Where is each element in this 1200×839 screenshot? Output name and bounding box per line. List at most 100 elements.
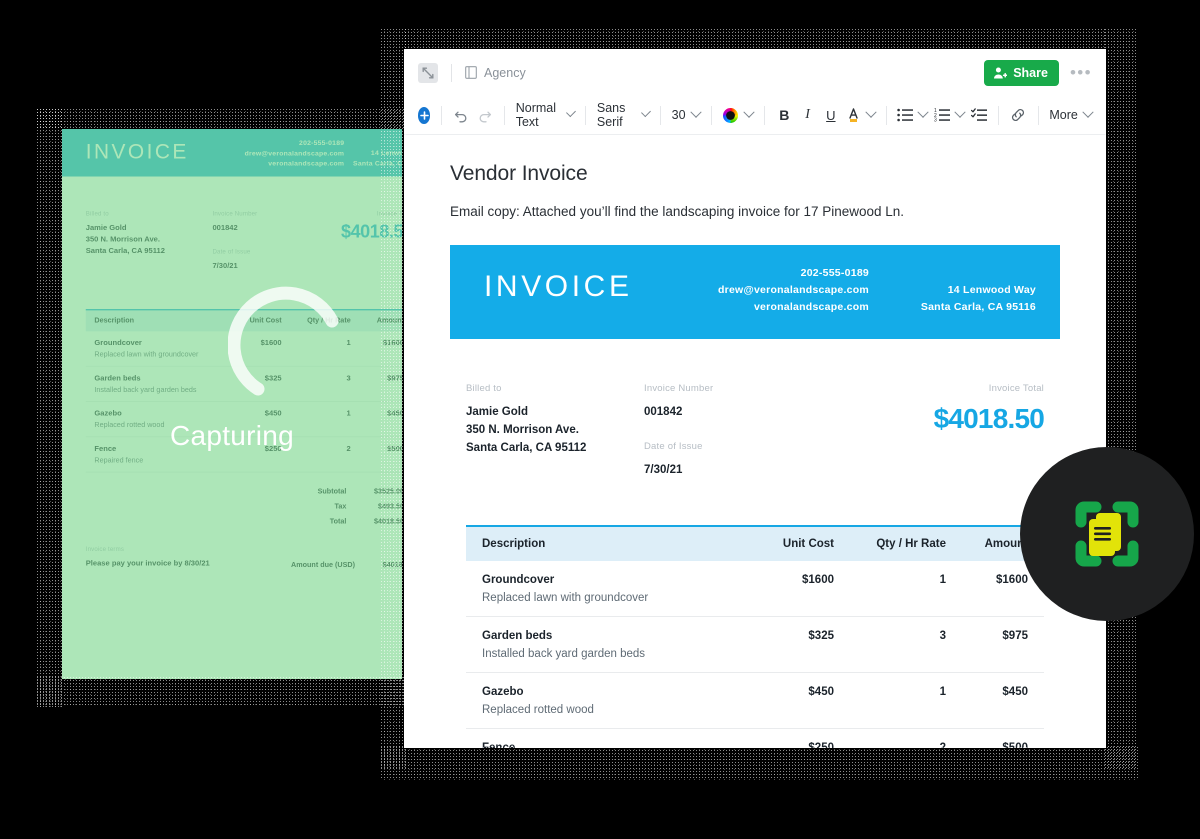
text-highlight-icon — [849, 108, 858, 122]
captured-terms: Please pay your invoice by 8/30/21 — [85, 558, 210, 568]
captured-item-unit: $450 — [264, 409, 282, 418]
font-family-dropdown[interactable]: Sans Serif — [596, 101, 651, 129]
link-button[interactable] — [1010, 104, 1027, 127]
captured-billed-to-city: Santa Carla, CA 95112 — [85, 246, 165, 255]
captured-item-unit: $325 — [264, 373, 282, 383]
numbered-list-dropdown[interactable]: 1 2 3 — [934, 106, 966, 122]
panel-edge-noise-bottom — [36, 676, 406, 706]
invoice-email: drew@veronalandscape.com — [717, 284, 869, 296]
captured-invoice-logo: INVOICE — [85, 140, 189, 164]
font-family-value: Sans Serif — [596, 101, 626, 129]
item-unit-cost: $1600 — [802, 574, 834, 586]
document-scanner-icon — [1075, 501, 1139, 567]
document-chip[interactable]: Agency — [465, 66, 526, 80]
chevron-down-icon — [865, 106, 877, 118]
captured-item-amount: $450 — [387, 409, 402, 418]
captured-tax-label: Tax — [334, 502, 347, 511]
billed-to-label: Billed to — [466, 383, 502, 394]
captured-billed-to-label: Billed to — [85, 209, 109, 217]
bulleted-list-dropdown[interactable] — [897, 106, 930, 122]
window-edge-noise-top — [404, 28, 1106, 50]
invoice-banner: INVOICE 202-555-0189 drew@veronalandscap… — [450, 245, 1060, 339]
checklist-button[interactable] — [970, 104, 988, 127]
bulleted-list-icon — [897, 108, 914, 122]
captured-subtotal-value: $3525.00 — [373, 487, 402, 496]
billed-to-street: 350 N. Morrison Ave. — [466, 424, 579, 436]
toolbar-divider — [710, 105, 712, 125]
editor-titlebar: Agency Share ••• — [404, 49, 1106, 96]
more-tools-label: More — [1049, 108, 1078, 122]
chevron-down-icon — [1082, 106, 1094, 118]
column-header-qty: Qty / Hr Rate — [876, 538, 946, 550]
captured-email: drew@veronalandscape.com — [244, 149, 345, 158]
captured-item-detail: Replaced rotted wood — [94, 421, 165, 430]
table-row: Fence Repaired fence $250 2 $500 — [466, 729, 1044, 748]
item-amount: $1600 — [996, 574, 1028, 586]
captured-item-detail: Repaired fence — [94, 456, 144, 465]
table-row: Fence Repaired fence $250 2 $500 — [85, 437, 402, 473]
column-header-description: Description — [482, 538, 546, 550]
bold-button[interactable]: B — [776, 104, 793, 127]
captured-amount-due-label: Amount due (USD) — [291, 561, 356, 569]
captured-address-1: 14 Lenwood Way — [370, 149, 402, 158]
page-title: Vendor Invoice — [450, 162, 588, 185]
text-color-dropdown[interactable] — [722, 106, 755, 124]
italic-button[interactable]: I — [799, 104, 816, 127]
expand-arrows-icon[interactable] — [418, 62, 438, 83]
document-scanner-badge[interactable] — [1020, 447, 1194, 621]
billed-to-name: Jamie Gold — [466, 406, 528, 418]
text-highlight-dropdown[interactable] — [846, 106, 877, 123]
more-options-kebab-icon[interactable]: ••• — [1070, 64, 1092, 81]
captured-document-panel: INVOICE 202-555-0189 drew@veronalandscap… — [62, 129, 402, 679]
window-edge-noise-bottom — [380, 746, 1138, 780]
captured-item-qty: 2 — [346, 444, 351, 453]
captured-tax-row: Tax $493.50 — [86, 499, 402, 514]
invoice-address-block: 14 Lenwood Way Santa Carla, CA 95116 — [921, 282, 1036, 316]
captured-item-detail: Installed back yard garden beds — [94, 386, 197, 394]
more-tools-dropdown[interactable]: More — [1049, 106, 1094, 122]
document-canvas[interactable]: Vendor Invoice Email copy: Attached you’… — [404, 135, 1106, 748]
item-name: Gazebo — [482, 686, 524, 698]
invoice-total-value: $4018.50 — [933, 403, 1045, 434]
captured-item-detail: Replaced lawn with groundcover — [94, 350, 199, 359]
invoice-address-line2: Santa Carla, CA 95116 — [920, 301, 1036, 313]
svg-text:3: 3 — [934, 118, 937, 122]
chevron-down-icon — [917, 106, 930, 118]
editor-window: Agency Share ••• Normal Text Sans Serif … — [404, 49, 1106, 748]
captured-col-unit: Unit Cost — [249, 316, 282, 325]
captured-invoice-contact: 202-555-0189 drew@veronalandscape.com ve… — [213, 138, 344, 169]
redo-arrow-icon[interactable] — [476, 104, 493, 127]
undo-arrow-icon[interactable] — [453, 104, 470, 127]
invoice-number-label: Invoice Number — [644, 383, 714, 394]
captured-item-amount: $500 — [387, 444, 402, 453]
item-unit-cost: $250 — [808, 742, 834, 748]
item-unit-cost: $325 — [808, 630, 834, 642]
table-row: Groundcover Replaced lawn with groundcov… — [466, 561, 1044, 617]
toolbar-divider — [441, 105, 443, 125]
link-icon — [1012, 108, 1025, 122]
insert-add-button[interactable] — [418, 106, 431, 124]
paragraph-style-dropdown[interactable]: Normal Text — [516, 101, 577, 129]
item-detail: Installed back yard garden beds — [482, 648, 646, 660]
table-row: Garden beds Installed back yard garden b… — [466, 617, 1044, 673]
captured-billed-to-street: 350 N. Morrison Ave. — [85, 234, 160, 244]
captured-item-unit: $250 — [264, 444, 282, 453]
font-size-dropdown[interactable]: 30 — [672, 106, 702, 122]
captured-item-qty: 1 — [346, 338, 351, 348]
underline-button[interactable]: U — [822, 104, 839, 127]
column-header-amount: Amount — [984, 538, 1028, 550]
table-header-row: Description Unit Cost Qty / Hr Rate Amou… — [466, 527, 1044, 561]
captured-website: veronalandscape.com — [268, 159, 345, 168]
captured-total-row-label: Total — [329, 517, 347, 526]
chevron-down-icon — [954, 106, 966, 118]
toolbar-divider — [885, 105, 887, 125]
captured-item-qty: 3 — [346, 373, 351, 383]
captured-totals: Subtotal $3525.00 Tax $493.50 Total $401… — [86, 484, 402, 529]
captured-total-row-value: $4018.50 — [373, 517, 402, 526]
editor-toolbar: Normal Text Sans Serif 30 B I U 1 2 3 Mo… — [404, 96, 1106, 135]
item-detail: Replaced rotted wood — [482, 704, 594, 716]
table-row: Gazebo Replaced rotted wood $450 1 $450 — [85, 402, 402, 438]
share-button[interactable]: Share — [984, 59, 1059, 86]
toolbar-divider — [998, 105, 999, 125]
item-amount: $450 — [1002, 686, 1028, 698]
